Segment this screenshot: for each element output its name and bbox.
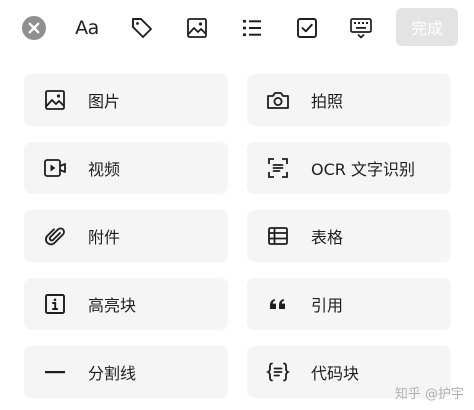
tile-label: 引用 (311, 296, 344, 315)
table-tile[interactable]: 表格 (247, 210, 451, 262)
take-photo-tile[interactable]: 拍照 (247, 74, 451, 126)
insert-image-tile[interactable]: 图片 (24, 74, 228, 126)
done-button[interactable]: 完成 (396, 8, 458, 46)
divider-icon (43, 360, 67, 384)
divider-tile[interactable]: 分割线 (24, 346, 228, 398)
quote-tile[interactable]: 引用 (247, 278, 451, 330)
info-block-icon (43, 292, 67, 316)
tag-icon[interactable] (127, 13, 157, 43)
image-icon (43, 88, 67, 112)
text-style-icon[interactable]: Aa (72, 13, 102, 43)
image-icon[interactable] (182, 13, 212, 43)
tile-label: OCR 文字识别 (311, 160, 415, 179)
insert-video-tile[interactable]: 视频 (24, 142, 228, 194)
watermark: 知乎 @护宇 (394, 387, 464, 402)
ocr-scan-icon (266, 156, 290, 180)
tile-label: 代码块 (311, 364, 360, 383)
editor-toolbar: Aa 完成 (0, 0, 474, 56)
code-block-icon (266, 360, 290, 384)
quote-icon (266, 292, 290, 316)
camera-icon (266, 88, 290, 112)
close-icon[interactable] (19, 13, 49, 43)
list-icon[interactable] (237, 13, 267, 43)
attachment-tile[interactable]: 附件 (24, 210, 228, 262)
tile-label: 拍照 (311, 92, 344, 111)
keyboard-icon[interactable] (346, 13, 376, 43)
ocr-tile[interactable]: OCR 文字识别 (247, 142, 451, 194)
tile-label: 视频 (88, 160, 121, 179)
paperclip-icon (43, 224, 67, 248)
tile-label: 高亮块 (88, 296, 137, 315)
checkbox-icon[interactable] (292, 13, 322, 43)
text-style-label: Aa (75, 17, 99, 39)
tile-label: 表格 (311, 228, 344, 247)
video-icon (43, 156, 67, 180)
highlight-block-tile[interactable]: 高亮块 (24, 278, 228, 330)
table-icon (266, 224, 290, 248)
tile-label: 分割线 (88, 364, 137, 383)
tile-label: 图片 (88, 92, 121, 111)
tile-label: 附件 (88, 228, 121, 247)
